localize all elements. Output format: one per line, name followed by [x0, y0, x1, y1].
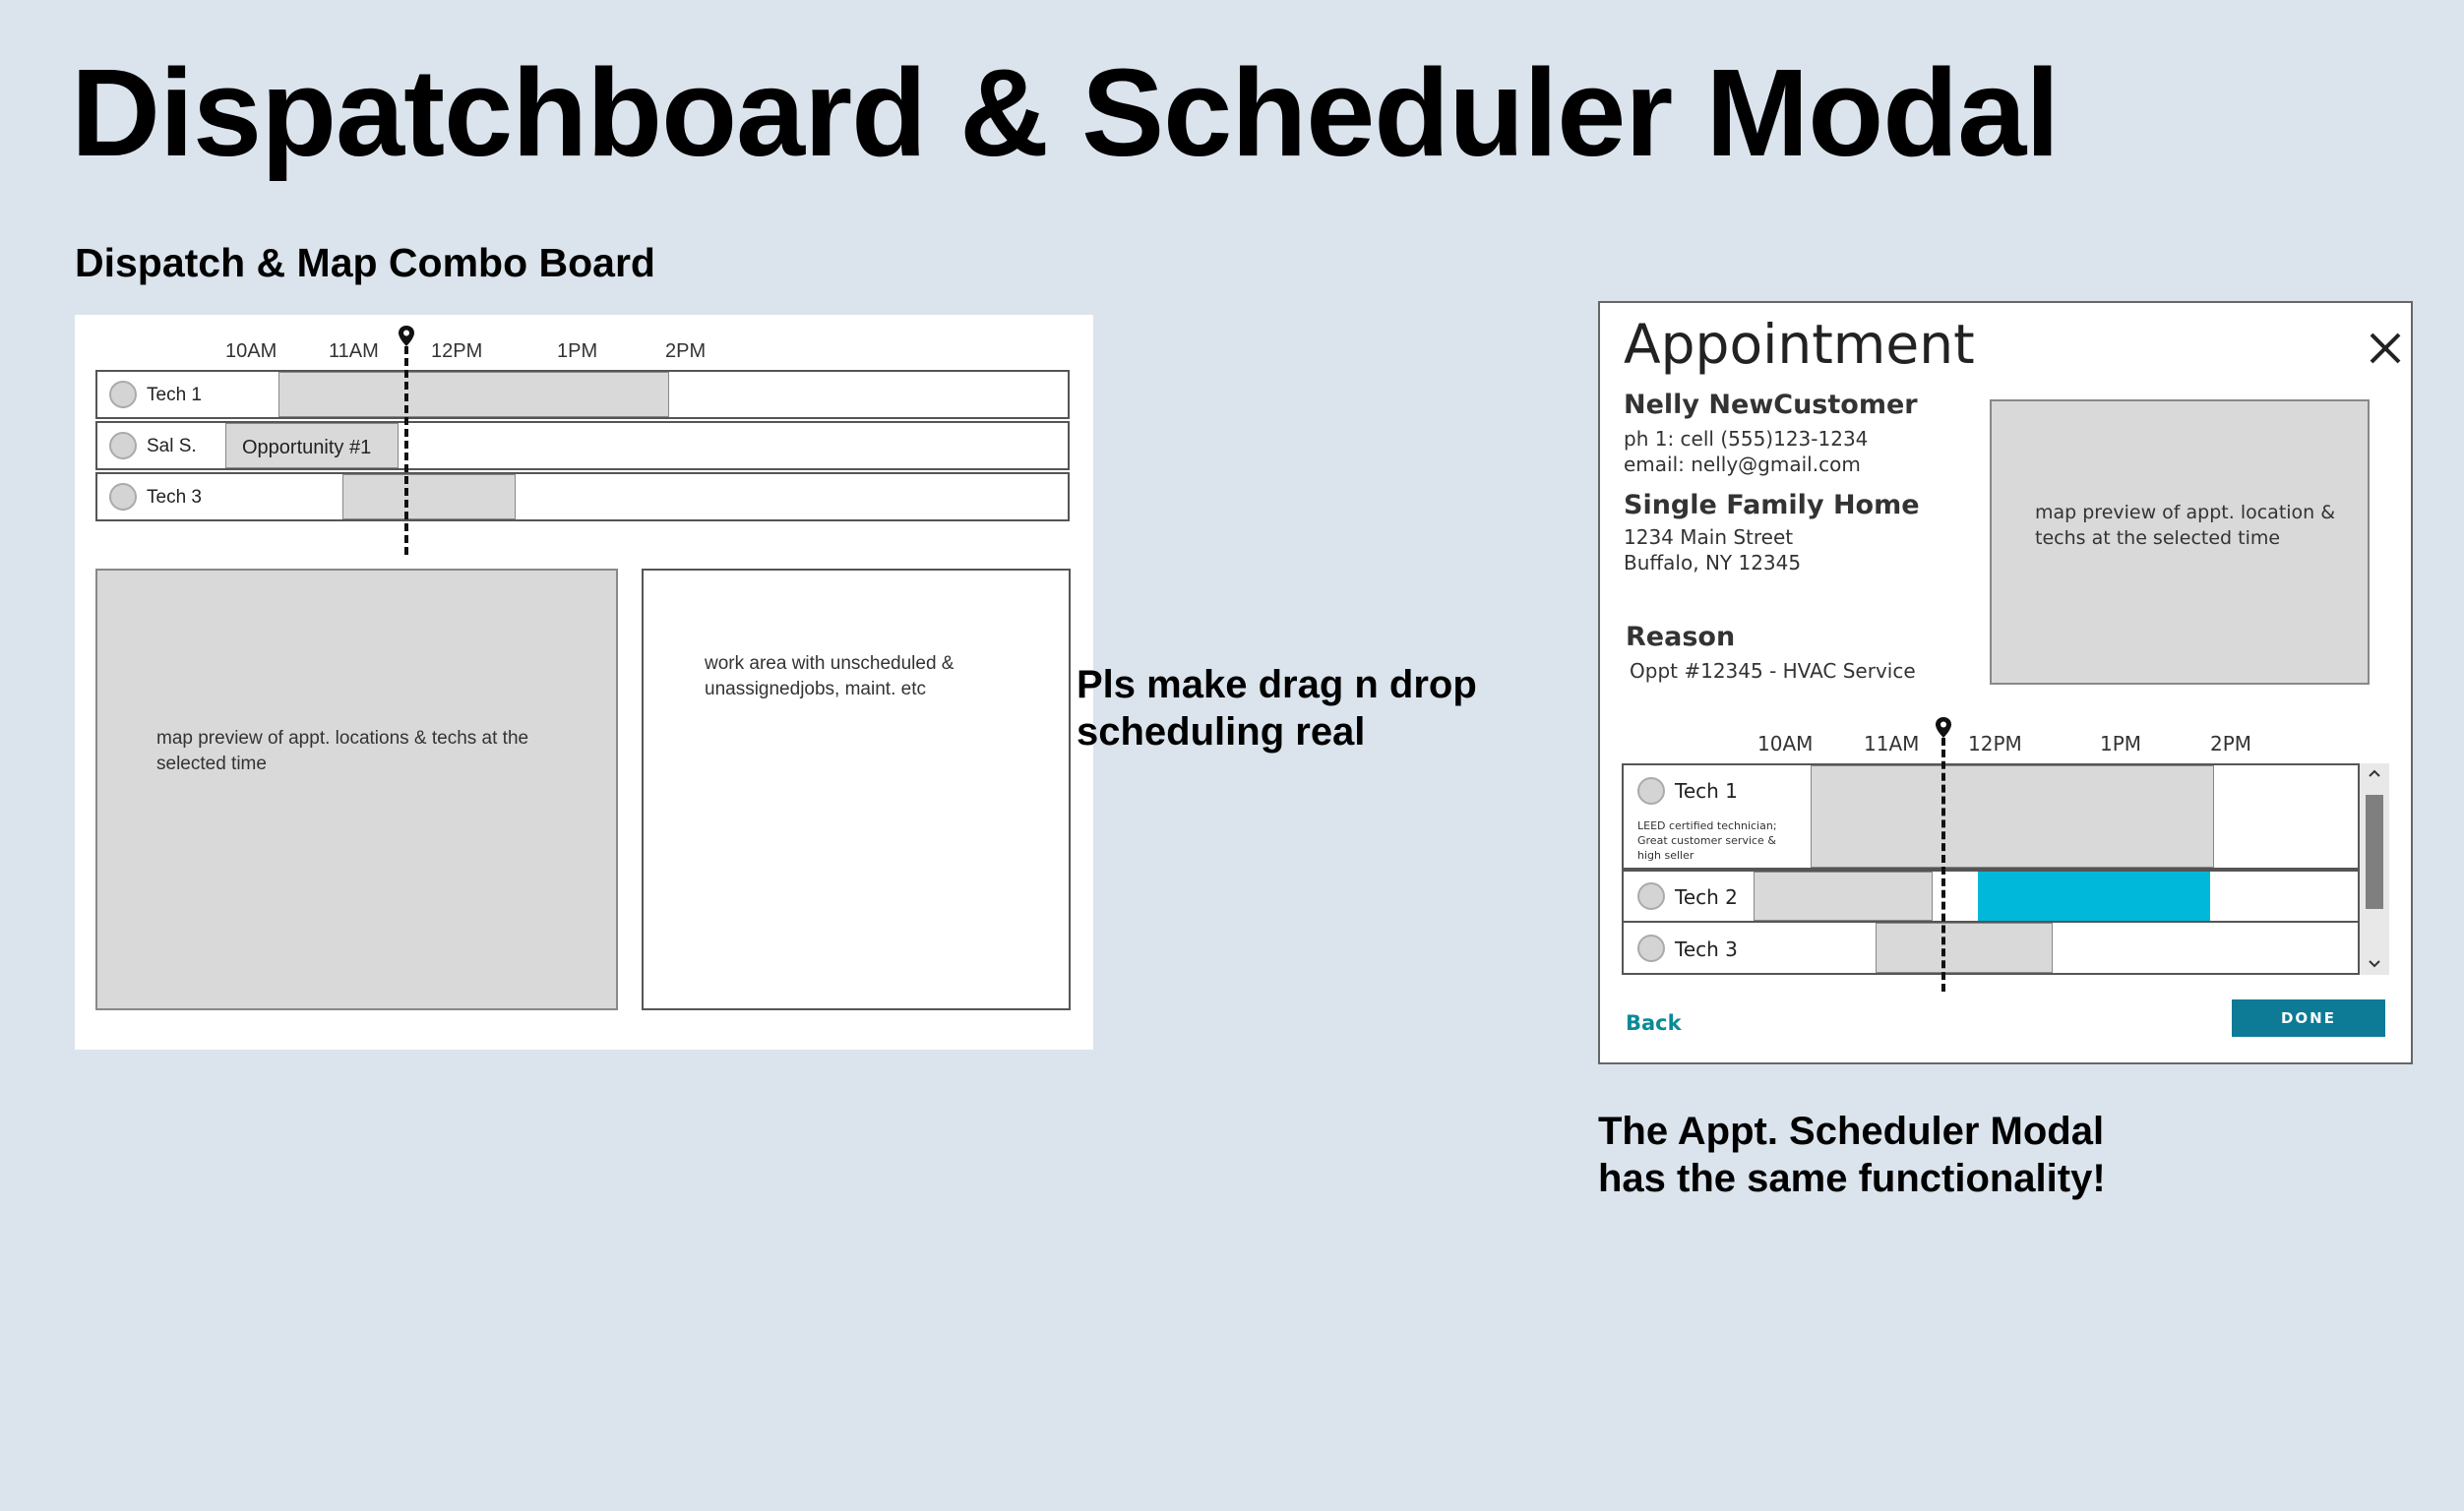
appointment-block[interactable] [1754, 872, 1933, 921]
tech-name: Tech 1 [147, 385, 202, 405]
scrollbar-thumb[interactable] [2366, 795, 2383, 909]
tech-name: Tech 2 [1675, 885, 1738, 909]
appointment-modal: Appointment Nelly NewCustomer ph 1: cell… [1598, 301, 2413, 1064]
time-tick: 11AM [329, 340, 379, 362]
reason-label: Reason [1626, 622, 1736, 652]
board-heading: Dispatch & Map Combo Board [75, 240, 655, 285]
reason-value: Oppt #12345 - HVAC Service [1630, 659, 1916, 683]
current-time-pin-icon[interactable] [398, 325, 415, 348]
appointment-block[interactable] [1811, 765, 2214, 868]
time-tick: 11AM [1864, 732, 1920, 756]
tech-row[interactable]: Sal S. Opportunity #1 [95, 421, 1070, 470]
page-title: Dispatchboard & Scheduler Modal [71, 43, 2060, 182]
time-tick: 2PM [665, 340, 707, 362]
appointment-block[interactable] [342, 474, 516, 519]
note-line: The Appt. Scheduler Modal [1598, 1110, 2105, 1153]
chevron-up-icon[interactable] [2367, 767, 2382, 779]
map-preview[interactable]: map preview of appt. locations & techs a… [95, 569, 618, 1010]
opportunity-label: Opportunity #1 [242, 437, 372, 458]
tech-name: Tech 3 [147, 487, 202, 508]
opportunity-block[interactable]: Opportunity #1 [225, 423, 399, 468]
tech-row[interactable]: Tech 3 [1622, 921, 2360, 975]
note-line: scheduling real [1077, 710, 1366, 754]
map-preview[interactable]: map preview of appt. location & techs at… [1990, 399, 2370, 685]
tech-name: Tech 1 [1675, 779, 1738, 803]
tech-row[interactable]: Tech 2 [1622, 870, 2360, 923]
tech-row[interactable]: Tech 3 [95, 472, 1070, 521]
done-button[interactable]: DONE [2232, 999, 2385, 1037]
customer-email: email: nelly@gmail.com [1624, 453, 1861, 476]
close-icon[interactable] [2366, 329, 2405, 368]
time-tick: 10AM [225, 340, 277, 362]
property-address-line1: 1234 Main Street [1624, 525, 1794, 549]
time-tick: 1PM [557, 340, 598, 362]
avatar [1637, 935, 1665, 962]
tech-description: LEED certified technician; Great custome… [1637, 818, 1777, 863]
time-tick: 1PM [2100, 732, 2142, 756]
tech-description-line: LEED certified technician; [1637, 819, 1777, 832]
work-area-note: work area with unscheduled & unassignedj… [705, 653, 955, 699]
work-area[interactable]: work area with unscheduled & unassignedj… [642, 569, 1071, 1010]
tech-description-line: high seller [1637, 849, 1694, 862]
time-tick: 10AM [1757, 732, 1814, 756]
appointment-block[interactable] [278, 372, 669, 417]
customer-phone: ph 1: cell (555)123-1234 [1624, 427, 1869, 451]
tech-row[interactable]: Tech 1 LEED certified technician; Great … [1622, 763, 2360, 870]
modal-note: The Appt. Scheduler Modal has the same f… [1598, 1108, 2106, 1202]
scrollbar[interactable] [2360, 763, 2389, 975]
customer-name: Nelly NewCustomer [1624, 390, 1918, 420]
tech-description-line: Great customer service & [1637, 834, 1776, 847]
avatar [109, 432, 137, 459]
current-time-pin-icon[interactable] [1935, 716, 1952, 740]
property-type: Single Family Home [1624, 490, 1920, 520]
map-preview-note: map preview of appt. location & techs at… [2035, 502, 2336, 549]
drag-drop-note: Pls make drag n drop scheduling real [1077, 661, 1477, 756]
appointment-block[interactable] [1876, 923, 2053, 973]
avatar [109, 483, 137, 511]
back-link[interactable]: Back [1626, 1011, 1682, 1035]
avatar [1637, 882, 1665, 910]
modal-title: Appointment [1624, 313, 1975, 376]
current-time-line[interactable] [404, 346, 408, 555]
chevron-down-icon[interactable] [2367, 958, 2382, 970]
map-preview-note: map preview of appt. locations & techs a… [156, 728, 529, 774]
note-line: has the same functionality! [1598, 1157, 2106, 1200]
dispatch-board: 10AM 11AM 12PM 1PM 2PM Tech 1 Sal S. Opp… [75, 315, 1093, 1050]
current-time-line[interactable] [1941, 738, 1945, 992]
avatar [1637, 777, 1665, 805]
tech-name: Sal S. [147, 436, 197, 456]
time-tick: 12PM [1968, 732, 2022, 756]
tech-name: Tech 3 [1675, 937, 1738, 961]
avatar [109, 381, 137, 408]
tech-row[interactable]: Tech 1 [95, 370, 1070, 419]
time-tick: 12PM [431, 340, 483, 362]
property-address-line2: Buffalo, NY 12345 [1624, 551, 1802, 574]
new-appointment-slot[interactable] [1978, 872, 2210, 921]
time-tick: 2PM [2210, 732, 2252, 756]
note-line: Pls make drag n drop [1077, 663, 1477, 706]
